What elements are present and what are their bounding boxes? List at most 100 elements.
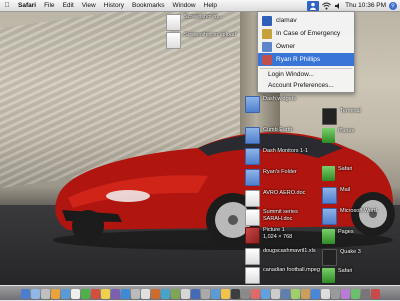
dock-app-icon[interactable] [250,288,260,299]
desktop-app-safari-2[interactable]: Safari [322,268,352,283]
dock-app-icon[interactable] [50,288,60,299]
menu-help[interactable]: Help [200,2,221,9]
menu-window[interactable]: Window [169,2,200,9]
dock-app-icon[interactable] [110,288,120,299]
user-name: Ryan R Phillips [276,56,321,63]
mail-icon [322,187,337,204]
desktop-app-quake[interactable]: Quake 3 [322,249,361,266]
dock-app-icon[interactable] [240,288,250,299]
dock-app-icon[interactable] [140,288,150,299]
menu-history[interactable]: History [100,2,128,9]
dock-app-icon[interactable] [40,288,50,299]
desktop-app-safari-1[interactable]: Safari [322,166,352,181]
itunes-icon [322,128,335,143]
desktop-item-picture-1[interactable]: Picture 1 1,024 × 768 [245,227,297,244]
desktop-item-dougscash[interactable]: dougscashmavril1.xls [245,248,316,265]
dock-app-icon[interactable] [300,288,310,299]
wifi-icon[interactable] [322,2,332,10]
menu-app-name[interactable]: Safari [14,2,40,9]
fast-user-switch-icon[interactable] [307,0,320,11]
menu-file[interactable]: File [40,2,58,9]
dock-app-icon[interactable] [360,288,370,299]
movie-file-icon [245,267,260,284]
dock-app-icon[interactable] [190,288,200,299]
spotlight-icon[interactable]: ⚲ [389,1,397,10]
image-icon [245,227,260,244]
dock-app-icon[interactable] [310,288,320,299]
document-icon [245,190,260,207]
user-switch-menu: clamav In Case of Emergency Owner Ryan R… [257,11,355,93]
dock-app-icon[interactable] [130,288,140,299]
desktop-app-pages[interactable]: Pages [322,229,354,244]
dock-app-icon[interactable] [150,288,160,299]
dock-app-icon[interactable] [70,288,80,299]
dock-app-icon[interactable] [350,288,360,299]
user-item-emergency[interactable]: In Case of Emergency [258,27,354,40]
dock-app-icon[interactable] [30,288,40,299]
folder-icon [245,169,260,186]
dock-app-icon[interactable] [180,288,190,299]
dock-app-icon[interactable] [100,288,110,299]
dock-app-icon[interactable] [330,288,340,299]
dock-app-icon[interactable] [20,288,30,299]
desktop-item-dash-widgets[interactable]: Dash.widgets [245,96,296,113]
desktop-item-canadian-football[interactable]: canadian football.mpeg [245,267,320,284]
dock-app-icon[interactable] [290,288,300,299]
desktop-app-itunes[interactable]: iTunes [322,128,354,143]
desktop-file-screenshot-2[interactable]: Screenshot to upload [166,32,236,49]
user-item-clamav[interactable]: clamav [258,14,354,27]
user-avatar-icon [262,28,272,39]
volume-icon[interactable] [334,2,342,10]
dock-app-icon[interactable] [170,288,180,299]
dock-app-icon[interactable] [280,288,290,299]
document-icon [245,209,260,226]
menu-edit[interactable]: Edit [59,2,78,9]
desktop-app-mail[interactable]: Mail [322,187,350,204]
desktop-item-ryans-folder[interactable]: Ryan's Folder [245,169,297,186]
dock-app-icon[interactable] [320,288,330,299]
dock [0,285,400,301]
quake-icon [322,249,337,266]
dock-app-icon[interactable] [90,288,100,299]
dock-app-icon[interactable] [260,288,270,299]
menu-clock[interactable]: Thu 10:36 PM [345,2,386,9]
dock-app-icon[interactable] [230,288,240,299]
login-window-item[interactable]: Login Window... [268,71,314,78]
desktop-app-terminal[interactable]: Terminal [322,108,361,125]
dock-app-icon[interactable] [200,288,210,299]
user-avatar-icon [262,41,272,52]
dock-app-icon[interactable] [210,288,220,299]
document-icon [166,14,181,31]
word-icon [322,208,337,225]
apple-menu-icon[interactable]:  [0,2,14,9]
desktop-item-dash-monitors[interactable]: Dash Monitors 1-1 [245,148,308,165]
dock-app-icon[interactable] [340,288,350,299]
account-preferences-item[interactable]: Account Preferences... [268,82,334,89]
spreadsheet-icon [245,248,260,265]
desktop-item-avro-aero[interactable]: AVRO AERO.doc [245,190,305,207]
desktop-app-word[interactable]: Microsoft Word [322,208,377,225]
dock-app-icon[interactable] [60,288,70,299]
folder-icon [245,148,260,165]
user-name: Owner [276,43,296,50]
menu-bookmarks[interactable]: Bookmarks [128,2,169,9]
dock-app-icon[interactable] [80,288,90,299]
dock-app-icon[interactable] [220,288,230,299]
user-item-owner[interactable]: Owner [258,40,354,53]
menu-separator [260,68,352,69]
dock-app-icon[interactable] [120,288,130,299]
terminal-icon [322,108,337,125]
safari-icon [322,268,335,283]
user-name: In Case of Emergency [276,30,341,37]
folder-icon [245,127,260,144]
dock-app-icon[interactable] [160,288,170,299]
menu-view[interactable]: View [78,2,100,9]
user-item-ryan[interactable]: Ryan R Phillips [258,53,354,66]
desktop-file-screenshot-1[interactable]: Screenshot to... [166,14,223,31]
desktop-item-cumb-earth[interactable]: Cumb Earth [245,127,292,144]
user-avatar-icon [262,54,272,65]
dock-app-icon[interactable] [270,288,280,299]
folder-icon [245,96,260,113]
dock-app-icon[interactable] [370,288,380,299]
desktop-item-summit-series[interactable]: Summit series SARAH.doc [245,209,303,226]
